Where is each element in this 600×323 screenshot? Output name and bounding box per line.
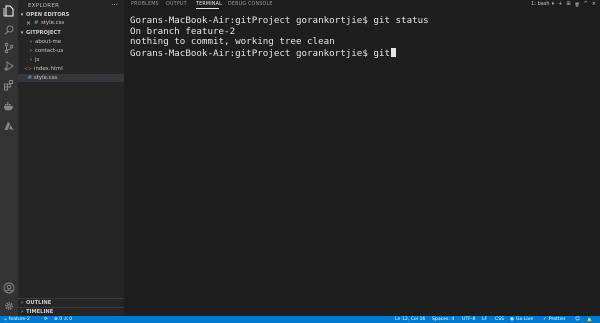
- file-label: style.css: [41, 20, 65, 26]
- folder-label: contact-us: [35, 48, 64, 54]
- language-mode[interactable]: CSS: [495, 316, 504, 323]
- activity-bar: [0, 0, 18, 316]
- explorer-title: EXPLORER: [28, 3, 60, 9]
- chevron-right-icon: ›: [29, 48, 32, 54]
- indentation[interactable]: Spaces: 4: [432, 316, 454, 323]
- tab-problems[interactable]: PROBLEMS: [131, 2, 159, 7]
- branch-icon: ⑂: [4, 317, 7, 323]
- bell-icon[interactable]: 🔔: [587, 316, 592, 323]
- file-item-index-html[interactable]: <> index.html: [18, 65, 124, 73]
- file-label: index.html: [34, 66, 63, 72]
- terminal-cursor: [390, 47, 396, 57]
- status-bar: ⑂ feature-2 ⟳ ⊗ 0 ⚠ 0 Ln 12, Col 16 Spac…: [0, 316, 600, 323]
- branch-indicator[interactable]: ⑂ feature-2: [4, 316, 30, 323]
- search-icon[interactable]: [3, 24, 15, 36]
- prettier-status[interactable]: ✓ Prettier: [543, 316, 566, 323]
- folder-label: about-me: [35, 39, 62, 45]
- html-file-icon: <>: [24, 66, 32, 72]
- problems-indicator[interactable]: ⊗ 0 ⚠ 0: [54, 316, 72, 323]
- chevron-down-icon: ▾: [551, 1, 555, 7]
- end-of-line[interactable]: LF: [482, 316, 487, 323]
- source-control-icon[interactable]: [3, 42, 15, 54]
- chevron-down-icon: ▾: [20, 12, 24, 18]
- chevron-right-icon: ›: [29, 39, 32, 45]
- terminal-output[interactable]: Gorans-MacBook-Air:gitProject gorankortj…: [130, 15, 429, 60]
- branch-label: feature-2: [8, 317, 30, 322]
- files-icon[interactable]: [3, 5, 15, 17]
- maximize-panel-icon[interactable]: ^: [584, 1, 588, 7]
- file-label: style.css: [34, 75, 58, 81]
- folder-item-about-me[interactable]: › about-me: [18, 38, 124, 46]
- project-header[interactable]: ▾ GITPROJECT: [18, 29, 124, 37]
- css-file-icon: #: [34, 20, 39, 26]
- gear-icon[interactable]: [3, 300, 15, 312]
- terminal-panel: PROBLEMS OUTPUT TERMINAL DEBUG CONSOLE 1…: [124, 0, 600, 316]
- encoding[interactable]: UTF-8: [462, 316, 475, 323]
- cursor-position[interactable]: Ln 12, Col 16: [395, 316, 425, 323]
- project-label: GITPROJECT: [26, 30, 61, 36]
- outline-header[interactable]: › OUTLINE: [18, 298, 124, 307]
- chevron-right-icon: ›: [29, 57, 32, 63]
- terminal-controls: 1: bash ▾ + ⊞ 🗑 ^ ×: [531, 0, 596, 8]
- timeline-header[interactable]: › TIMELINE: [18, 307, 124, 316]
- explorer-sidebar: EXPLORER ··· ▾ OPEN EDITORS × # style.cs…: [18, 0, 124, 316]
- chevron-down-icon: ▾: [20, 30, 24, 36]
- open-editors-header[interactable]: ▾ OPEN EDITORS: [18, 11, 124, 19]
- docker-icon[interactable]: [3, 100, 15, 112]
- add-terminal-button[interactable]: +: [558, 1, 562, 7]
- prettier-label: Prettier: [548, 317, 566, 322]
- go-live-label: Go Live: [516, 317, 534, 322]
- close-panel-icon[interactable]: ×: [592, 1, 596, 7]
- chevron-right-icon: ›: [20, 300, 24, 306]
- tab-terminal[interactable]: TERMINAL: [196, 2, 222, 7]
- terminal-line: nothing to commit, working tree clean: [130, 36, 335, 48]
- terminal-line: Gorans-MacBook-Air:gitProject gorankortj…: [130, 47, 390, 59]
- check-icon: ✓: [543, 317, 547, 322]
- account-icon[interactable]: [3, 282, 15, 294]
- chevron-right-icon: ›: [20, 309, 24, 315]
- go-live-button[interactable]: ◉ Go Live: [510, 316, 533, 323]
- tab-output[interactable]: OUTPUT: [166, 2, 187, 7]
- azure-icon[interactable]: [3, 120, 15, 132]
- terminal-line: Gorans-MacBook-Air:gitProject gorankortj…: [130, 15, 429, 26]
- folder-item-js[interactable]: › js: [18, 56, 124, 64]
- open-editors-label: OPEN EDITORS: [26, 12, 70, 18]
- panel-tabs: PROBLEMS OUTPUT TERMINAL DEBUG CONSOLE 1…: [124, 0, 600, 10]
- feedback-icon[interactable]: ☺: [575, 316, 580, 323]
- close-icon[interactable]: ×: [18, 20, 34, 27]
- broadcast-icon: ◉: [510, 317, 515, 322]
- timeline-label: TIMELINE: [26, 309, 54, 315]
- more-actions-icon[interactable]: ···: [111, 1, 118, 9]
- terminal-select[interactable]: 1: bash ▾: [531, 1, 554, 7]
- folder-item-contact-us[interactable]: › contact-us: [18, 47, 124, 55]
- split-terminal-icon[interactable]: ⊞: [566, 1, 570, 7]
- folder-label: js: [35, 57, 40, 63]
- terminal-prompt-line: Gorans-MacBook-Air:gitProject gorankortj…: [130, 47, 429, 60]
- trash-icon[interactable]: 🗑: [575, 2, 580, 7]
- terminal-select-label: 1: bash: [531, 1, 550, 7]
- outline-label: OUTLINE: [26, 300, 52, 306]
- open-editor-item[interactable]: × # style.css: [18, 19, 124, 27]
- tab-debug-console[interactable]: DEBUG CONSOLE: [228, 2, 273, 7]
- run-debug-icon[interactable]: [3, 60, 15, 72]
- sync-icon[interactable]: ⟳: [44, 316, 48, 323]
- file-item-style-css[interactable]: # style.css: [18, 74, 124, 82]
- css-file-icon: #: [27, 75, 32, 81]
- active-tab-indicator: [196, 8, 219, 9]
- extensions-icon[interactable]: [3, 79, 15, 91]
